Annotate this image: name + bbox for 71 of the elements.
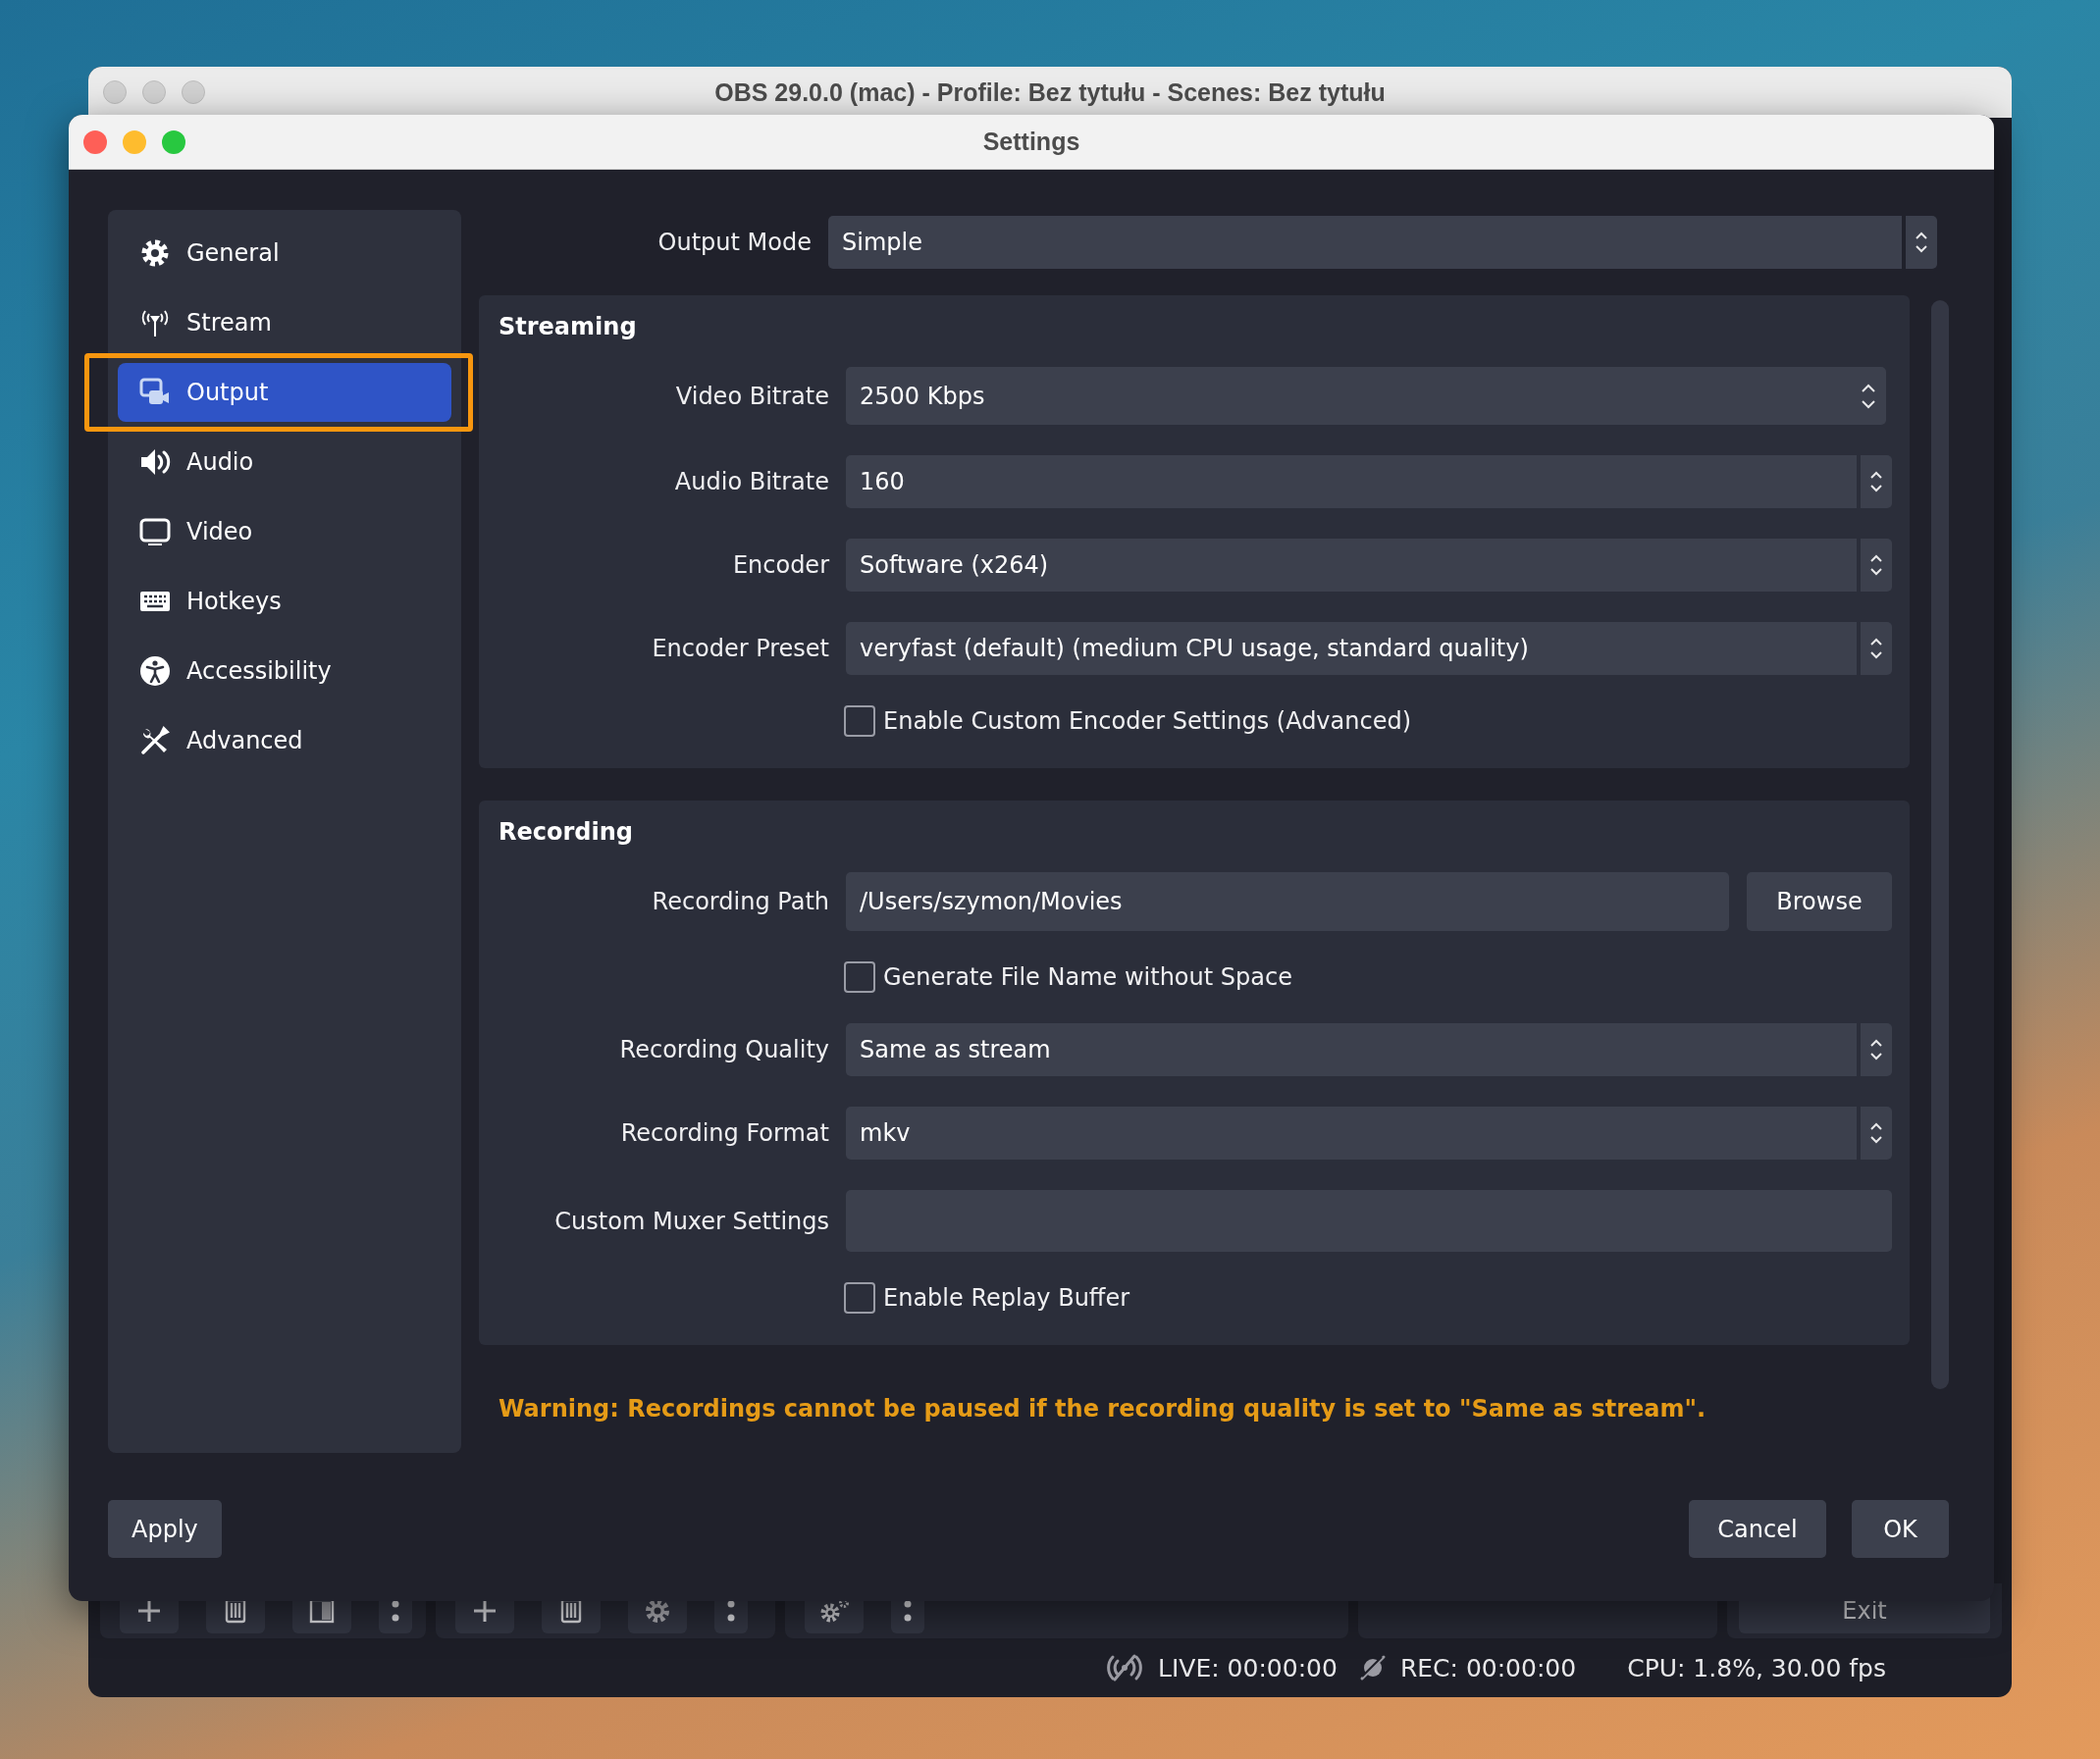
cancel-button[interactable]: Cancel [1689,1500,1826,1558]
dropdown-arrows[interactable] [1861,1107,1892,1160]
ok-button[interactable]: OK [1852,1500,1949,1558]
field-label: Video Bitrate [674,382,829,410]
group-title: Recording [499,818,634,846]
dropdown[interactable]: Same as stream [846,1023,1857,1076]
dropdown[interactable]: mkv [846,1107,1857,1160]
sidebar-item[interactable]: Audio [118,433,451,491]
checkbox[interactable] [844,705,875,737]
tools-icon [139,725,171,756]
field-label: Recording Format [619,1119,829,1147]
scrollbar[interactable] [1931,300,1949,1389]
dropdown-arrows[interactable] [1861,622,1892,675]
filter-icon [309,1598,335,1624]
more-icon [904,1598,912,1624]
checkbox[interactable] [844,961,875,993]
group-title: Streaming [499,313,638,340]
field-label: Audio Bitrate [673,468,829,495]
broadcast-off-icon [1105,1653,1145,1682]
more-icon [727,1598,735,1624]
up-down-chevron-icon [1915,230,1928,255]
dropdown-arrows[interactable] [1861,455,1892,508]
sidebar-item[interactable]: Video [118,502,451,561]
checkbox[interactable] [844,1282,875,1314]
up-down-chevron-icon [1869,1120,1883,1146]
sidebar-item[interactable]: General [118,224,451,283]
dropdown[interactable]: veryfast (default) (medium CPU usage, standard quality) [846,622,1857,675]
dropdown[interactable]: Simple [828,216,1902,269]
monitor-icon [139,516,171,547]
trash-icon [560,1598,582,1624]
window-title: OBS 29.0.0 (mac) - Profile: Bez tytułu - Scenes: Bez tytułu [714,78,1386,107]
record-off-icon [1358,1654,1387,1681]
close-button[interactable] [83,129,107,154]
trash-icon [225,1598,246,1624]
dropdown-arrows[interactable] [1906,216,1937,269]
up-down-chevron-icon [1869,636,1883,661]
window-title: Settings [982,128,1080,156]
spin-box[interactable]: 2500 Kbps [846,367,1886,425]
sidebar-item[interactable]: Advanced [118,711,451,770]
checkbox-label: Enable Custom Encoder Settings (Advanced) [883,707,1412,735]
sidebar-item[interactable]: Accessibility [118,642,451,700]
up-down-chevron-icon [1869,552,1883,578]
plus-icon [472,1598,498,1624]
dropdown[interactable]: Software (x264) [846,539,1857,592]
sidebar-item[interactable]: Hotkeys [118,572,451,631]
field-label: Output Mode [656,229,812,256]
field-label: Custom Muxer Settings [553,1207,829,1235]
accessibility-icon [139,655,171,687]
live-timer: LIVE: 00:00:00 [1158,1653,1338,1682]
cpu-usage: CPU: 1.8%, 30.00 fps [1627,1653,1886,1682]
dropdown-arrows[interactable] [1861,1023,1892,1076]
up-down-chevron-icon [1869,1037,1883,1062]
browse-button[interactable]: Browse [1747,872,1892,931]
up-down-chevron-icon [1869,469,1883,494]
sidebar-item[interactable]: Output [118,363,451,422]
warning-message: Warning: Recordings cannot be paused if the recording quality is set to "Same as stream". [499,1395,1707,1423]
apply-button[interactable]: Apply [108,1500,222,1558]
dropdown-arrows[interactable] [1861,539,1892,592]
plus-icon [136,1598,162,1624]
field-label: Recording Path [651,888,829,915]
field-label: Encoder Preset [651,635,829,662]
path-field[interactable]: /Users/szymon/Movies [846,872,1729,931]
checkbox-label: Enable Replay Buffer [883,1284,1130,1312]
field-label: Encoder [731,551,829,579]
field-label: Recording Quality [618,1036,829,1063]
sidebar-item[interactable]: Stream [118,293,451,352]
dropdown[interactable]: 160 [846,455,1857,508]
rec-timer: REC: 00:00:00 [1399,1653,1577,1682]
more-icon [392,1598,399,1624]
checkbox-label: Generate File Name without Space [883,963,1292,991]
gear-icon [139,237,171,269]
